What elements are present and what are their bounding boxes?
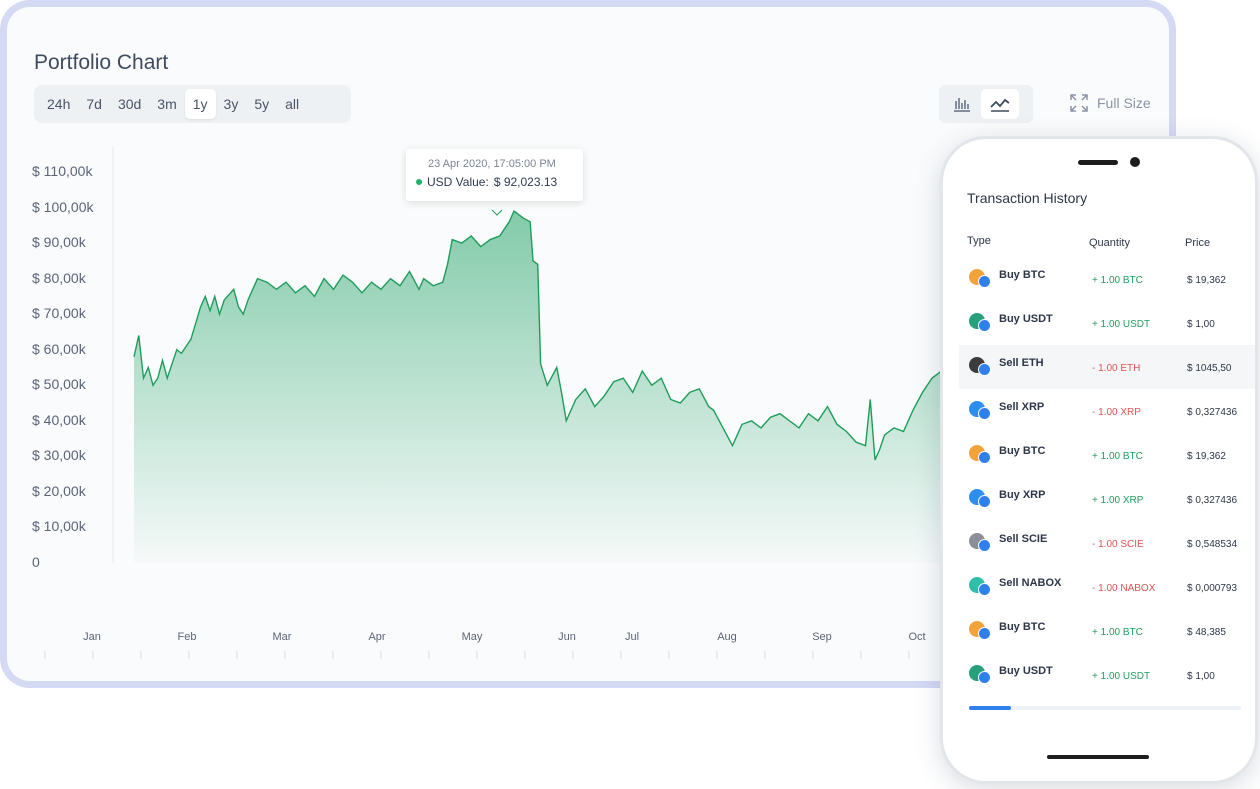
- transaction-price: $ 48,385: [1187, 627, 1226, 638]
- chart-tooltip: 23 Apr 2020, 17:05:00 PM USD Value: $ 92…: [406, 149, 583, 201]
- network-badge-icon: [978, 539, 991, 552]
- transaction-quantity: - 1.00 NABOX: [1092, 583, 1156, 594]
- transaction-row[interactable]: Buy BTC + 1.00 BTC $ 19,362: [959, 257, 1255, 301]
- transaction-row[interactable]: Buy USDT + 1.00 USDT $ 1,00: [959, 653, 1255, 697]
- network-badge-icon: [978, 319, 991, 332]
- series-dot: [416, 179, 422, 185]
- network-badge-icon: [978, 495, 991, 508]
- transaction-type: Buy XRP: [999, 489, 1046, 501]
- network-badge-icon: [978, 451, 991, 464]
- transaction-quantity: - 1.00 SCIE: [1092, 539, 1144, 550]
- transaction-price: $ 0,548534: [1187, 539, 1238, 550]
- transaction-type: Buy BTC: [999, 445, 1046, 457]
- transaction-type: Buy USDT: [999, 313, 1053, 325]
- transaction-quantity: + 1.00 BTC: [1092, 451, 1143, 462]
- transaction-quantity: + 1.00 XRP: [1092, 495, 1144, 506]
- transaction-quantity: - 1.00 XRP: [1092, 407, 1141, 418]
- transaction-price: $ 19,362: [1187, 451, 1226, 462]
- column-header-type: Type: [967, 235, 991, 247]
- series-area: [134, 211, 994, 563]
- transaction-row[interactable]: Buy BTC + 1.00 BTC $ 48,385: [959, 609, 1255, 653]
- transaction-type: Sell ETH: [999, 357, 1044, 369]
- tooltip-value-row: USD Value: $ 92,023.13: [416, 175, 557, 189]
- scrollbar-thumb[interactable]: [969, 706, 1011, 710]
- hover-marker: [491, 209, 503, 216]
- network-badge-icon: [978, 671, 991, 684]
- transaction-price: $ 19,362: [1187, 275, 1226, 286]
- transaction-row[interactable]: Sell ETH - 1.00 ETH $ 1045,50: [959, 345, 1255, 389]
- phone-speaker: [1078, 160, 1118, 165]
- transaction-type: Sell NABOX: [999, 577, 1062, 589]
- transaction-row[interactable]: Sell XRP - 1.00 XRP $ 0,327436: [959, 389, 1255, 433]
- transaction-price: $ 1045,50: [1187, 363, 1232, 374]
- transaction-type: Buy BTC: [999, 621, 1046, 633]
- transaction-row[interactable]: Buy USDT + 1.00 USDT $ 1,00: [959, 301, 1255, 345]
- transaction-quantity: + 1.00 BTC: [1092, 275, 1143, 286]
- transaction-type: Buy USDT: [999, 665, 1053, 677]
- tooltip-value: $ 92,023.13: [493, 175, 558, 189]
- transaction-type: Buy BTC: [999, 269, 1046, 281]
- network-badge-icon: [978, 275, 991, 288]
- transaction-row[interactable]: Buy XRP + 1.00 XRP $ 0,327436: [959, 477, 1255, 521]
- transaction-type: Sell XRP: [999, 401, 1045, 413]
- network-badge-icon: [978, 407, 991, 420]
- transaction-price: $ 0,000793: [1187, 583, 1238, 594]
- transaction-quantity: + 1.00 BTC: [1092, 627, 1143, 638]
- transaction-history-title: Transaction History: [967, 190, 1088, 206]
- transaction-row[interactable]: Sell SCIE - 1.00 SCIE $ 0,548534: [959, 521, 1255, 565]
- tooltip-label: USD Value:: [427, 175, 489, 189]
- network-badge-icon: [978, 363, 991, 376]
- tooltip-date: 23 Apr 2020, 17:05:00 PM: [428, 158, 556, 170]
- transaction-price: $ 0,327436: [1187, 407, 1238, 418]
- column-header-price: Price: [1185, 237, 1211, 249]
- transaction-quantity: + 1.00 USDT: [1092, 671, 1151, 682]
- home-indicator: [1047, 755, 1149, 759]
- horizontal-scrollbar[interactable]: [969, 706, 1241, 710]
- transaction-row[interactable]: Sell NABOX - 1.00 NABOX $ 0,000793: [959, 565, 1255, 609]
- transaction-row[interactable]: Buy BTC + 1.00 BTC $ 19,362: [959, 433, 1255, 477]
- transaction-quantity: + 1.00 USDT: [1092, 319, 1151, 330]
- column-header-quantity: Quantity: [1089, 237, 1130, 249]
- phone-camera: [1130, 157, 1140, 167]
- phone-mockup: Transaction History Type Quantity Price …: [940, 136, 1258, 784]
- transaction-price: $ 0,327436: [1187, 495, 1238, 506]
- network-badge-icon: [978, 627, 991, 640]
- transaction-price: $ 1,00: [1187, 671, 1215, 682]
- transaction-quantity: - 1.00 ETH: [1092, 363, 1141, 374]
- transaction-type: Sell SCIE: [999, 533, 1048, 545]
- transaction-price: $ 1,00: [1187, 319, 1215, 330]
- network-badge-icon: [978, 583, 991, 596]
